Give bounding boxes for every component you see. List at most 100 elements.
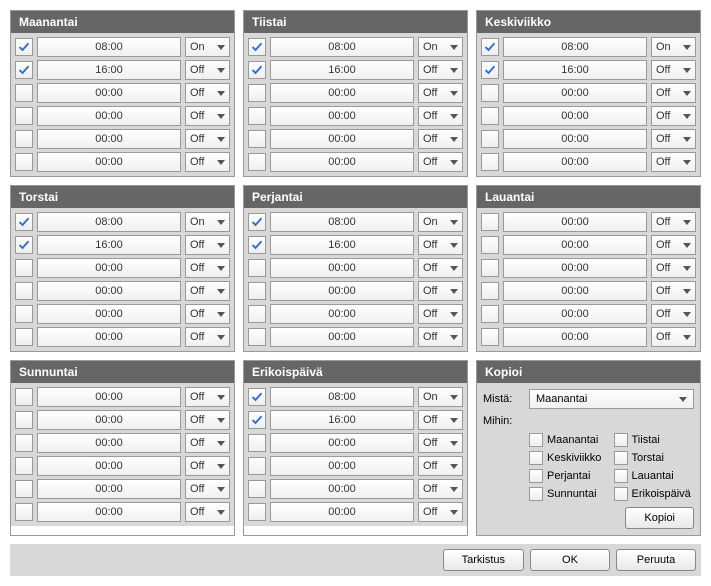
time-input[interactable] <box>37 456 181 476</box>
state-select[interactable]: Off <box>418 456 463 476</box>
time-input[interactable] <box>37 304 181 324</box>
time-input[interactable] <box>270 212 414 232</box>
state-select[interactable]: Off <box>185 152 230 172</box>
state-select[interactable]: Off <box>418 410 463 430</box>
enable-checkbox[interactable] <box>248 236 266 254</box>
state-select[interactable]: Off <box>418 152 463 172</box>
enable-checkbox[interactable] <box>248 411 266 429</box>
time-input[interactable] <box>270 327 414 347</box>
copy-from-select[interactable]: Maanantai <box>529 389 694 409</box>
enable-checkbox[interactable] <box>15 480 33 498</box>
enable-checkbox[interactable] <box>248 388 266 406</box>
enable-checkbox[interactable] <box>248 213 266 231</box>
state-select[interactable]: Off <box>651 129 696 149</box>
state-select[interactable]: Off <box>418 304 463 324</box>
enable-checkbox[interactable] <box>15 305 33 323</box>
enable-checkbox[interactable] <box>481 38 499 56</box>
state-select[interactable]: On <box>651 37 696 57</box>
enable-checkbox[interactable] <box>481 236 499 254</box>
time-input[interactable] <box>270 37 414 57</box>
enable-checkbox[interactable] <box>481 259 499 277</box>
time-input[interactable] <box>37 258 181 278</box>
enable-checkbox[interactable] <box>15 457 33 475</box>
enable-checkbox[interactable] <box>15 84 33 102</box>
enable-checkbox[interactable] <box>15 130 33 148</box>
time-input[interactable] <box>37 83 181 103</box>
time-input[interactable] <box>37 410 181 430</box>
state-select[interactable]: Off <box>185 281 230 301</box>
copy-target-checkbox[interactable] <box>529 433 543 447</box>
enable-checkbox[interactable] <box>15 411 33 429</box>
state-select[interactable]: Off <box>185 433 230 453</box>
time-input[interactable] <box>270 60 414 80</box>
enable-checkbox[interactable] <box>248 328 266 346</box>
copy-target-checkbox[interactable] <box>529 451 543 465</box>
time-input[interactable] <box>270 258 414 278</box>
time-input[interactable] <box>503 129 647 149</box>
state-select[interactable]: Off <box>418 129 463 149</box>
enable-checkbox[interactable] <box>248 434 266 452</box>
time-input[interactable] <box>503 106 647 126</box>
state-select[interactable]: Off <box>185 502 230 522</box>
enable-checkbox[interactable] <box>15 107 33 125</box>
enable-checkbox[interactable] <box>481 282 499 300</box>
enable-checkbox[interactable] <box>248 503 266 521</box>
enable-checkbox[interactable] <box>481 84 499 102</box>
enable-checkbox[interactable] <box>15 434 33 452</box>
time-input[interactable] <box>503 60 647 80</box>
state-select[interactable]: Off <box>185 83 230 103</box>
copy-target-checkbox[interactable] <box>614 487 628 501</box>
state-select[interactable]: Off <box>185 129 230 149</box>
time-input[interactable] <box>37 387 181 407</box>
enable-checkbox[interactable] <box>481 130 499 148</box>
time-input[interactable] <box>503 258 647 278</box>
state-select[interactable]: Off <box>185 387 230 407</box>
copy-target-checkbox[interactable] <box>529 487 543 501</box>
time-input[interactable] <box>37 433 181 453</box>
copy-target-checkbox[interactable] <box>614 451 628 465</box>
enable-checkbox[interactable] <box>248 130 266 148</box>
state-select[interactable]: Off <box>418 433 463 453</box>
state-select[interactable]: Off <box>418 106 463 126</box>
state-select[interactable]: On <box>418 212 463 232</box>
time-input[interactable] <box>37 281 181 301</box>
state-select[interactable]: Off <box>418 83 463 103</box>
state-select[interactable]: On <box>185 37 230 57</box>
enable-checkbox[interactable] <box>248 305 266 323</box>
time-input[interactable] <box>37 152 181 172</box>
time-input[interactable] <box>503 152 647 172</box>
time-input[interactable] <box>503 281 647 301</box>
enable-checkbox[interactable] <box>481 213 499 231</box>
time-input[interactable] <box>37 37 181 57</box>
time-input[interactable] <box>270 152 414 172</box>
state-select[interactable]: Off <box>651 327 696 347</box>
time-input[interactable] <box>37 327 181 347</box>
enable-checkbox[interactable] <box>248 84 266 102</box>
state-select[interactable]: Off <box>651 304 696 324</box>
enable-checkbox[interactable] <box>15 236 33 254</box>
time-input[interactable] <box>37 106 181 126</box>
state-select[interactable]: Off <box>651 212 696 232</box>
time-input[interactable] <box>503 83 647 103</box>
state-select[interactable]: On <box>418 37 463 57</box>
state-select[interactable]: Off <box>651 60 696 80</box>
state-select[interactable]: On <box>418 387 463 407</box>
enable-checkbox[interactable] <box>248 61 266 79</box>
time-input[interactable] <box>37 479 181 499</box>
time-input[interactable] <box>270 410 414 430</box>
state-select[interactable]: Off <box>418 502 463 522</box>
copy-target-checkbox[interactable] <box>614 469 628 483</box>
enable-checkbox[interactable] <box>15 282 33 300</box>
enable-checkbox[interactable] <box>15 259 33 277</box>
state-select[interactable]: Off <box>185 60 230 80</box>
state-select[interactable]: Off <box>651 258 696 278</box>
copy-button[interactable]: Kopioi <box>625 507 694 529</box>
state-select[interactable]: Off <box>185 456 230 476</box>
time-input[interactable] <box>37 129 181 149</box>
state-select[interactable]: Off <box>651 83 696 103</box>
enable-checkbox[interactable] <box>15 503 33 521</box>
time-input[interactable] <box>270 479 414 499</box>
copy-target-checkbox[interactable] <box>614 433 628 447</box>
state-select[interactable]: Off <box>185 258 230 278</box>
state-select[interactable]: Off <box>418 327 463 347</box>
